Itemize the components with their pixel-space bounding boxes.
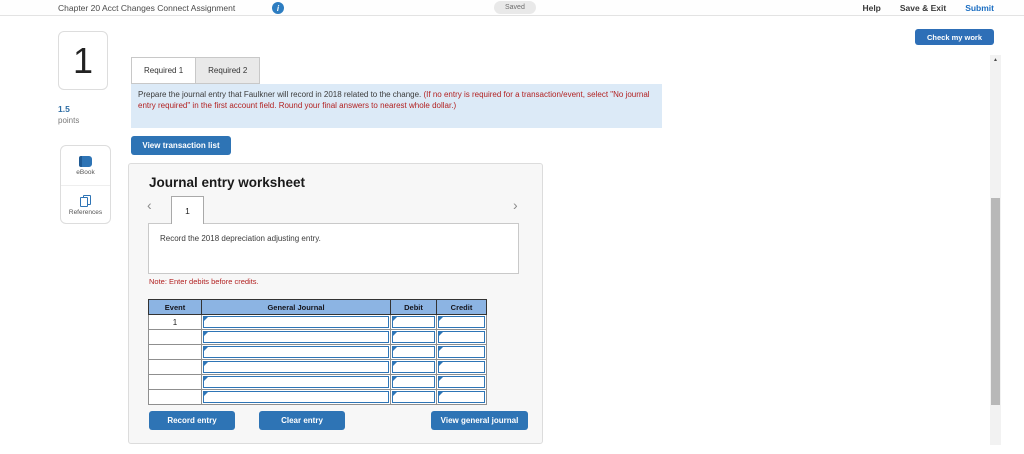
references-button[interactable]: References [61, 185, 110, 223]
scroll-up-icon[interactable]: ▲ [990, 57, 1001, 63]
journal-account-input[interactable] [203, 376, 389, 388]
event-cell [148, 329, 202, 345]
entry-description: Record the 2018 depreciation adjusting e… [160, 234, 321, 243]
table-row [148, 389, 487, 405]
help-link[interactable]: Help [862, 3, 880, 13]
event-cell [148, 389, 202, 405]
table-row: 1 [148, 314, 487, 330]
column-header-debit: Debit [390, 299, 437, 315]
required-tabs: Required 1 Required 2 [131, 57, 261, 84]
instruction-box: Prepare the journal entry that Faulkner … [131, 84, 662, 128]
credit-input[interactable] [438, 316, 485, 328]
references-label: References [68, 208, 103, 216]
journal-account-input[interactable] [203, 361, 389, 373]
saved-status-badge: Saved [494, 1, 536, 14]
clear-entry-button[interactable]: Clear entry [259, 411, 345, 430]
question-number: 1 [72, 39, 94, 81]
table-row [148, 344, 487, 360]
column-header-general-journal: General Journal [201, 299, 391, 315]
debits-before-credits-note: Note: Enter debits before credits. [149, 277, 259, 286]
points-block: 1.5 points [58, 104, 79, 125]
journal-account-input[interactable] [203, 391, 389, 403]
debit-input[interactable] [392, 346, 435, 358]
vertical-scrollbar[interactable]: ▲ [990, 55, 1001, 445]
page-title: Chapter 20 Acct Changes Connect Assignme… [58, 3, 236, 13]
tab-required-2[interactable]: Required 2 [196, 57, 261, 84]
points-value: 1.5 [58, 104, 70, 114]
scrollbar-thumb[interactable] [991, 198, 1000, 405]
topbar: Chapter 20 Acct Changes Connect Assignme… [0, 0, 1024, 16]
instruction-text: Prepare the journal entry that Faulkner … [138, 90, 424, 99]
event-cell: 1 [148, 314, 202, 330]
chevron-right-icon[interactable]: › [513, 198, 518, 212]
table-row [148, 329, 487, 345]
record-entry-button[interactable]: Record entry [149, 411, 235, 430]
event-cell [148, 344, 202, 360]
question-number-box: 1 [58, 31, 108, 90]
event-cell [148, 374, 202, 390]
credit-input[interactable] [438, 361, 485, 373]
ebook-label: eBook [76, 168, 95, 176]
tab-required-1[interactable]: Required 1 [131, 57, 197, 84]
view-transaction-list-button[interactable]: View transaction list [131, 136, 231, 155]
entry-description-box: Record the 2018 depreciation adjusting e… [148, 223, 519, 274]
journal-entry-worksheet: Journal entry worksheet ‹ 1 › Record the… [128, 163, 543, 444]
journal-account-input[interactable] [203, 316, 389, 328]
ebook-button[interactable]: eBook [61, 146, 110, 185]
book-icon [79, 155, 92, 167]
worksheet-page-tab[interactable]: 1 [171, 196, 204, 224]
topbar-actions: Help Save & Exit Submit [862, 3, 994, 13]
journal-table-header-row: Event General Journal Debit Credit [148, 299, 487, 315]
column-header-credit: Credit [436, 299, 487, 315]
table-row [148, 359, 487, 375]
references-icon [79, 194, 92, 207]
debit-input[interactable] [392, 361, 435, 373]
table-row [148, 374, 487, 390]
submit-link[interactable]: Submit [965, 3, 994, 13]
journal-account-input[interactable] [203, 346, 389, 358]
event-cell [148, 359, 202, 375]
info-icon[interactable]: i [272, 2, 284, 14]
column-header-event: Event [148, 299, 202, 315]
debit-input[interactable] [392, 391, 435, 403]
journal-table: Event General Journal Debit Credit 1 [148, 299, 487, 405]
chevron-left-icon[interactable]: ‹ [147, 198, 152, 212]
journal-account-input[interactable] [203, 331, 389, 343]
credit-input[interactable] [438, 376, 485, 388]
resource-box: eBook References [60, 145, 111, 224]
save-exit-link[interactable]: Save & Exit [900, 3, 946, 13]
credit-input[interactable] [438, 346, 485, 358]
check-my-work-button[interactable]: Check my work [915, 29, 994, 45]
worksheet-title: Journal entry worksheet [149, 175, 306, 190]
credit-input[interactable] [438, 391, 485, 403]
view-general-journal-button[interactable]: View general journal [431, 411, 528, 430]
debit-input[interactable] [392, 331, 435, 343]
debit-input[interactable] [392, 316, 435, 328]
credit-input[interactable] [438, 331, 485, 343]
points-label: points [58, 116, 80, 125]
debit-input[interactable] [392, 376, 435, 388]
